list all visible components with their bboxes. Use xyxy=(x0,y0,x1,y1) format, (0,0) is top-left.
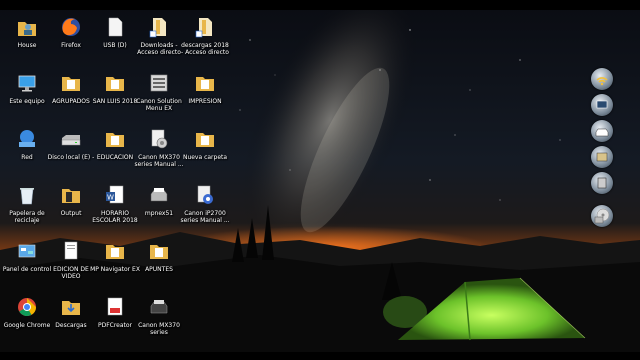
disco-local-icon xyxy=(60,128,82,150)
desktop-icon-edicion-video[interactable]: EDICION DE VIDEO xyxy=(46,240,96,280)
top-letterbox xyxy=(0,0,640,10)
red-network-icon xyxy=(16,128,38,150)
icon-label: Output xyxy=(60,210,82,217)
desktop-icon-chrome[interactable]: Google Chrome xyxy=(2,296,52,329)
pdfcreator-icon xyxy=(104,296,126,318)
desktop-icon-canon-ip2700-manual[interactable]: Canon iP2700 series Manual ... xyxy=(180,184,230,224)
desktop-icon-canon-solution-menu[interactable]: Canon Solution Menu EX xyxy=(134,72,184,112)
icon-label: Descargas xyxy=(55,322,87,329)
desktop-icon-papelera[interactable]: Papelera de reciclaje xyxy=(2,184,52,224)
icon-label: Downloads - Acceso directo xyxy=(137,42,181,56)
desktop-icon-canon-mx370[interactable]: Canon MX370 series xyxy=(134,296,184,336)
icon-label: descargas 2018 - Acceso directo xyxy=(181,42,229,56)
house-icon xyxy=(16,16,38,38)
desktop-icon-descargas[interactable]: Descargas xyxy=(46,296,96,329)
control-panel-icon xyxy=(16,240,38,262)
impresion-folder-icon xyxy=(194,72,216,94)
wifi-gadget-icon[interactable] xyxy=(591,68,613,90)
desktop-icon-output[interactable]: Output xyxy=(46,184,96,217)
desktop-icon-este-equipo[interactable]: Este equipo xyxy=(2,72,52,105)
icon-label: APUNTES xyxy=(145,266,173,273)
desktop-icon-educacion[interactable]: EDUCACION xyxy=(90,128,140,161)
educacion-folder-icon xyxy=(104,128,126,150)
icon-label: IMPRESION xyxy=(188,98,222,105)
desktop-icon-horario[interactable]: W HORARIO ESCOLAR 2018 xyxy=(90,184,140,224)
desktop-icon-downloads-shortcut[interactable]: Downloads - Acceso directo xyxy=(134,16,184,56)
firefox-icon xyxy=(60,16,82,38)
desktop-icon-canon-mx370-manual[interactable]: Canon MX370 series Manual ... xyxy=(134,128,184,168)
display-gadget-icon[interactable] xyxy=(591,94,613,116)
icon-label: House xyxy=(17,42,37,49)
svg-text:W: W xyxy=(107,194,114,202)
canon-mx370-printer-icon xyxy=(148,296,170,318)
mp-navigator-icon xyxy=(104,240,126,262)
icon-label: AGRUPADOS xyxy=(52,98,90,105)
desktop-icon-firefox[interactable]: Firefox xyxy=(46,16,96,49)
desktop-icon-agrupados[interactable]: AGRUPADOS xyxy=(46,72,96,105)
scanner-gadget-icon[interactable] xyxy=(591,146,613,168)
printer-gadget-icon[interactable] xyxy=(591,120,613,142)
canon-ip2700-manual-icon xyxy=(194,184,216,206)
desktop-icon-nueva-carpeta[interactable]: Nueva carpeta xyxy=(180,128,230,161)
icon-label: EDUCACION xyxy=(96,154,134,161)
desktop-icon-mp-navigator[interactable]: MP Navigator EX xyxy=(90,240,140,273)
icon-label: Papelera de reciclaje xyxy=(9,210,45,224)
icon-label: Nueva carpeta xyxy=(182,154,228,161)
desktop-icon-impresion[interactable]: IMPRESION xyxy=(180,72,230,105)
cd-gadget-icon[interactable] xyxy=(591,205,613,227)
usb-drive-icon xyxy=(104,16,126,38)
icon-label: Google Chrome xyxy=(3,322,51,329)
canon-solution-menu-icon xyxy=(148,72,170,94)
icon-label: Red xyxy=(21,154,33,161)
mpnex51-icon xyxy=(148,184,170,206)
desktop-icon-pdfcreator[interactable]: PDFCreator xyxy=(90,296,140,329)
icon-label: USB (D) xyxy=(103,42,127,49)
output-folder-icon xyxy=(60,184,82,206)
desktop-icon-house[interactable]: House xyxy=(2,16,52,49)
icon-label: mpnex51 xyxy=(144,210,174,217)
recycle-bin-icon xyxy=(16,184,38,206)
icon-label: Disco local (E) - xyxy=(47,154,95,161)
icon-label: Canon MX370 series xyxy=(138,322,180,336)
desktop-icon-red[interactable]: Red xyxy=(2,128,52,161)
icon-label: Canon MX370 series Manual ... xyxy=(134,154,184,168)
desktop-icon-descargas-2018-shortcut[interactable]: descargas 2018 - Acceso directo xyxy=(180,16,230,56)
desktop-icon-panel-control[interactable]: Panel de control xyxy=(2,240,52,273)
desktop[interactable]: House Firefox USB (D) Downloads - Acceso… xyxy=(0,0,640,360)
horario-word-doc-icon: W xyxy=(104,184,126,206)
este-equipo-icon xyxy=(16,72,38,94)
icon-label: Panel de control xyxy=(2,266,52,273)
icon-label: MP Navigator EX xyxy=(90,266,140,273)
descargas-folder-icon xyxy=(60,296,82,318)
icon-label: Canon iP2700 series Manual ... xyxy=(180,210,230,224)
edicion-video-icon xyxy=(60,240,82,262)
desktop-icon-san-luis[interactable]: SAN LUIS 2018 xyxy=(90,72,140,105)
agrupados-folder-icon xyxy=(60,72,82,94)
icon-label: Firefox xyxy=(61,42,81,49)
canon-mx370-manual-icon xyxy=(148,128,170,150)
desktop-icon-mpnex51[interactable]: mpnex51 xyxy=(134,184,184,217)
calculator-gadget-icon[interactable] xyxy=(591,172,613,194)
nueva-carpeta-icon xyxy=(194,128,216,150)
san-luis-folder-icon xyxy=(104,72,126,94)
icon-label: PDFCreator xyxy=(97,322,133,329)
downloads-shortcut-icon xyxy=(148,16,170,38)
icon-label: Este equipo xyxy=(9,98,45,105)
descargas-2018-shortcut-icon xyxy=(194,16,216,38)
desktop-icon-usb[interactable]: USB (D) xyxy=(90,16,140,49)
icon-label: SAN LUIS 2018 xyxy=(92,98,138,105)
icon-label: Canon Solution Menu EX xyxy=(136,98,182,112)
icon-label: EDICION DE VIDEO xyxy=(53,266,89,280)
desktop-icon-disco-local[interactable]: Disco local (E) - xyxy=(46,128,96,161)
desktop-icon-apuntes[interactable]: APUNTES xyxy=(134,240,184,273)
apuntes-folder-icon xyxy=(148,240,170,262)
bottom-letterbox xyxy=(0,352,640,360)
icon-label: HORARIO ESCOLAR 2018 xyxy=(92,210,138,224)
chrome-icon xyxy=(16,296,38,318)
